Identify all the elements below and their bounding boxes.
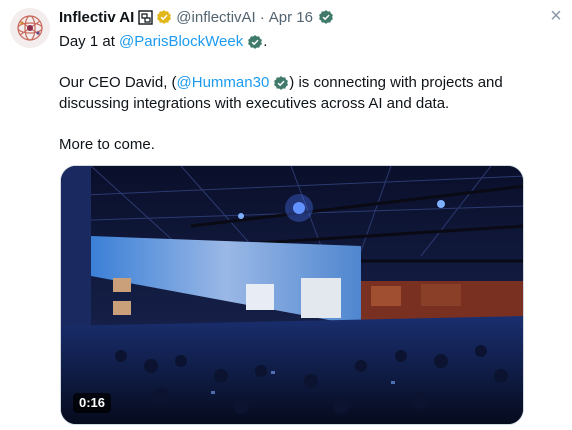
tweet-text: Day 1 at @ParisBlockWeek . Our CEO David… bbox=[59, 31, 559, 155]
text-segment: . bbox=[263, 33, 268, 50]
post-date[interactable]: Apr 16 bbox=[269, 9, 313, 26]
affiliation-icon[interactable] bbox=[138, 9, 153, 25]
text-segment: ) is connecting with projects and bbox=[289, 74, 503, 91]
separator-dot: · bbox=[259, 8, 265, 26]
gray-verified-icon bbox=[318, 9, 334, 25]
text-segment: Day 1 at bbox=[59, 33, 115, 50]
text-segment: Our CEO David, ( bbox=[59, 74, 177, 91]
text-line-1: Day 1 at @ParisBlockWeek . bbox=[59, 31, 559, 52]
video-thumbnail bbox=[61, 166, 523, 424]
gray-verified-icon bbox=[273, 75, 289, 91]
author-name[interactable]: Inflectiv AI bbox=[59, 9, 134, 26]
close-icon[interactable]: × bbox=[545, 6, 567, 28]
mention-parisblockweek[interactable]: @ParisBlockWeek bbox=[119, 31, 243, 52]
tweet-header: Inflectiv AI @inflectivAI · Apr 16 bbox=[59, 7, 334, 27]
avatar[interactable] bbox=[10, 8, 50, 48]
mention-humman30[interactable]: @Humman30 bbox=[177, 72, 270, 93]
gray-verified-icon bbox=[247, 34, 263, 50]
video-duration: 0:16 bbox=[73, 393, 112, 413]
text-line-3: discussing integrations with executives … bbox=[59, 95, 450, 112]
video-player[interactable] bbox=[60, 165, 524, 425]
gold-verified-icon[interactable] bbox=[156, 9, 172, 25]
inflectiv-logo bbox=[10, 8, 50, 48]
text-line-2: Our CEO David, (@Humman30 ) is connectin… bbox=[59, 72, 559, 93]
text-line-4: More to come. bbox=[59, 136, 155, 153]
author-handle[interactable]: @inflectivAI bbox=[176, 9, 255, 26]
